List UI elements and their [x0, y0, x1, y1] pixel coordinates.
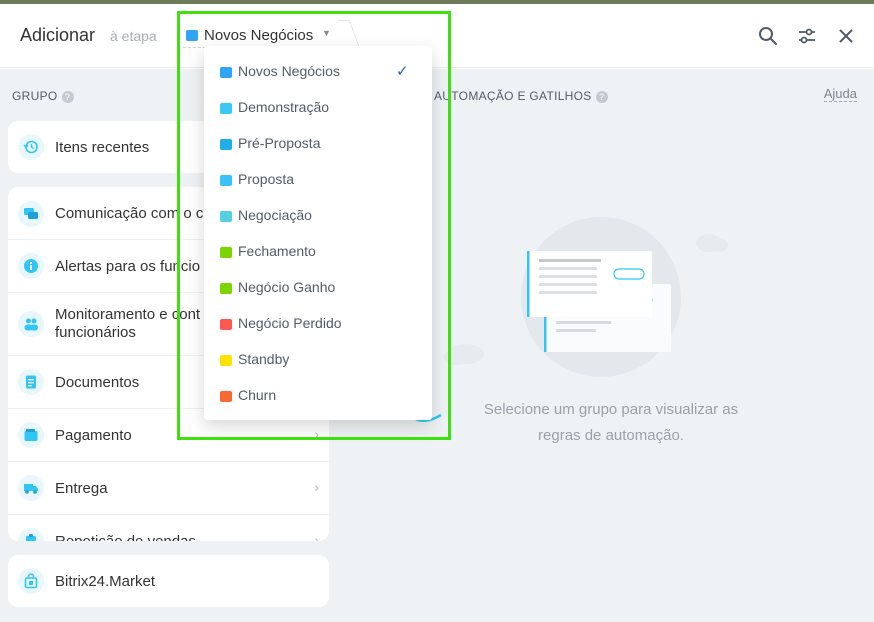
help-link[interactable]: Ajuda — [823, 86, 857, 102]
market-icon — [18, 568, 44, 594]
stage-color-chip — [220, 247, 232, 258]
stage-option-label: Churn — [238, 387, 277, 403]
stage-color-chip — [220, 391, 232, 402]
stage-dropdown-menu: Novos Negócios ✓ Demonstração Pré-Propos… — [204, 46, 432, 420]
chevron-right-icon: › — [314, 532, 319, 541]
group-item-market[interactable]: Bitrix24.Market — [8, 555, 329, 607]
stage-option-negocio-perdido[interactable]: Negócio Perdido — [204, 306, 432, 342]
check-icon: ✓ — [396, 63, 409, 80]
stage-option-label: Standby — [238, 351, 290, 367]
stage-option-novos-negocios[interactable]: Novos Negócios ✓ — [204, 54, 432, 90]
stage-option-label: Pré-Proposta — [238, 135, 321, 151]
document-icon — [18, 369, 44, 395]
close-icon[interactable] — [834, 24, 858, 48]
group-item-label-line2: funcionários — [55, 324, 136, 341]
repeat-icon — [18, 528, 44, 541]
empty-state-line2: regras de automação. — [538, 427, 684, 444]
chat-icon — [18, 201, 44, 227]
chevron-down-icon: ▼ — [322, 28, 331, 38]
stage-option-label: Fechamento — [238, 243, 316, 259]
people-icon — [18, 311, 44, 337]
group-item-label: Alertas para os funcio — [55, 258, 201, 275]
stage-color-chip — [220, 103, 232, 114]
stage-color-chip — [220, 283, 232, 294]
chevron-right-icon: › — [314, 426, 319, 442]
stage-color-chip — [220, 139, 232, 150]
stage-arrow-shape — [337, 20, 361, 49]
stage-option-pre-proposta[interactable]: Pré-Proposta — [204, 126, 432, 162]
help-icon[interactable]: ? — [61, 91, 74, 103]
group-item-label: Repetição de vendas — [55, 533, 196, 541]
stage-selector-label: Novos Negócios — [204, 27, 314, 44]
help-icon[interactable]: ? — [595, 91, 608, 103]
stage-color-chip — [220, 355, 232, 366]
header: Adicionar à etapa Novos Negócios ▼ — [0, 4, 874, 68]
settings-sliders-icon[interactable] — [795, 24, 819, 48]
stage-option-proposta[interactable]: Proposta — [204, 162, 432, 198]
stage-option-label: Negócio Perdido — [238, 315, 342, 331]
stage-option-label: Novos Negócios — [238, 63, 340, 79]
search-icon[interactable] — [756, 24, 780, 48]
stage-color-chip — [220, 175, 232, 186]
group-item-delivery[interactable]: Entrega › — [8, 462, 329, 515]
empty-state-line1: Selecione um grupo para visualizar as — [483, 401, 739, 418]
group-item-label: Bitrix24.Market — [55, 573, 156, 590]
group-item-label: Itens recentes — [55, 139, 150, 156]
truck-icon — [18, 475, 44, 501]
page-title: Adicionar — [20, 25, 96, 45]
automation-section-label: AUTOMAÇÃO E GATILHOS? — [434, 89, 608, 103]
group-item-repeat-sales[interactable]: Repetição de vendas › — [8, 515, 329, 541]
wallet-icon — [18, 422, 44, 448]
stage-option-demonstracao[interactable]: Demonstração — [204, 90, 432, 126]
stage-option-label: Demonstração — [238, 99, 330, 115]
stage-color-chip — [220, 211, 232, 222]
chevron-right-icon: › — [314, 479, 319, 495]
stage-option-label: Negócio Ganho — [238, 279, 336, 295]
page-subtitle: à etapa — [110, 28, 157, 44]
stage-color-chip — [220, 319, 232, 330]
stage-option-negociacao[interactable]: Negociação — [204, 198, 432, 234]
empty-state-message: Selecione um grupo para visualizar as re… — [461, 397, 761, 449]
group-item-label: Documentos — [55, 374, 140, 391]
stage-option-negocio-ganho[interactable]: Negócio Ganho — [204, 270, 432, 306]
group-item-label: Entrega — [55, 480, 108, 497]
info-icon — [18, 253, 44, 279]
stage-option-fechamento[interactable]: Fechamento — [204, 234, 432, 270]
stage-option-churn[interactable]: Churn — [204, 378, 432, 414]
market-card: Bitrix24.Market — [8, 555, 329, 607]
stage-option-label: Negociação — [238, 207, 312, 223]
stage-option-standby[interactable]: Standby — [204, 342, 432, 378]
stage-color-chip — [220, 67, 232, 78]
group-item-label: Pagamento — [55, 427, 132, 444]
stage-color-chip — [186, 30, 198, 41]
group-section-label: GRUPO? — [12, 89, 74, 103]
history-icon — [18, 134, 44, 160]
group-item-label: Monitoramento e cont — [55, 306, 201, 323]
group-item-label: Comunicação com o c — [55, 205, 204, 222]
stage-option-label: Proposta — [238, 171, 295, 187]
